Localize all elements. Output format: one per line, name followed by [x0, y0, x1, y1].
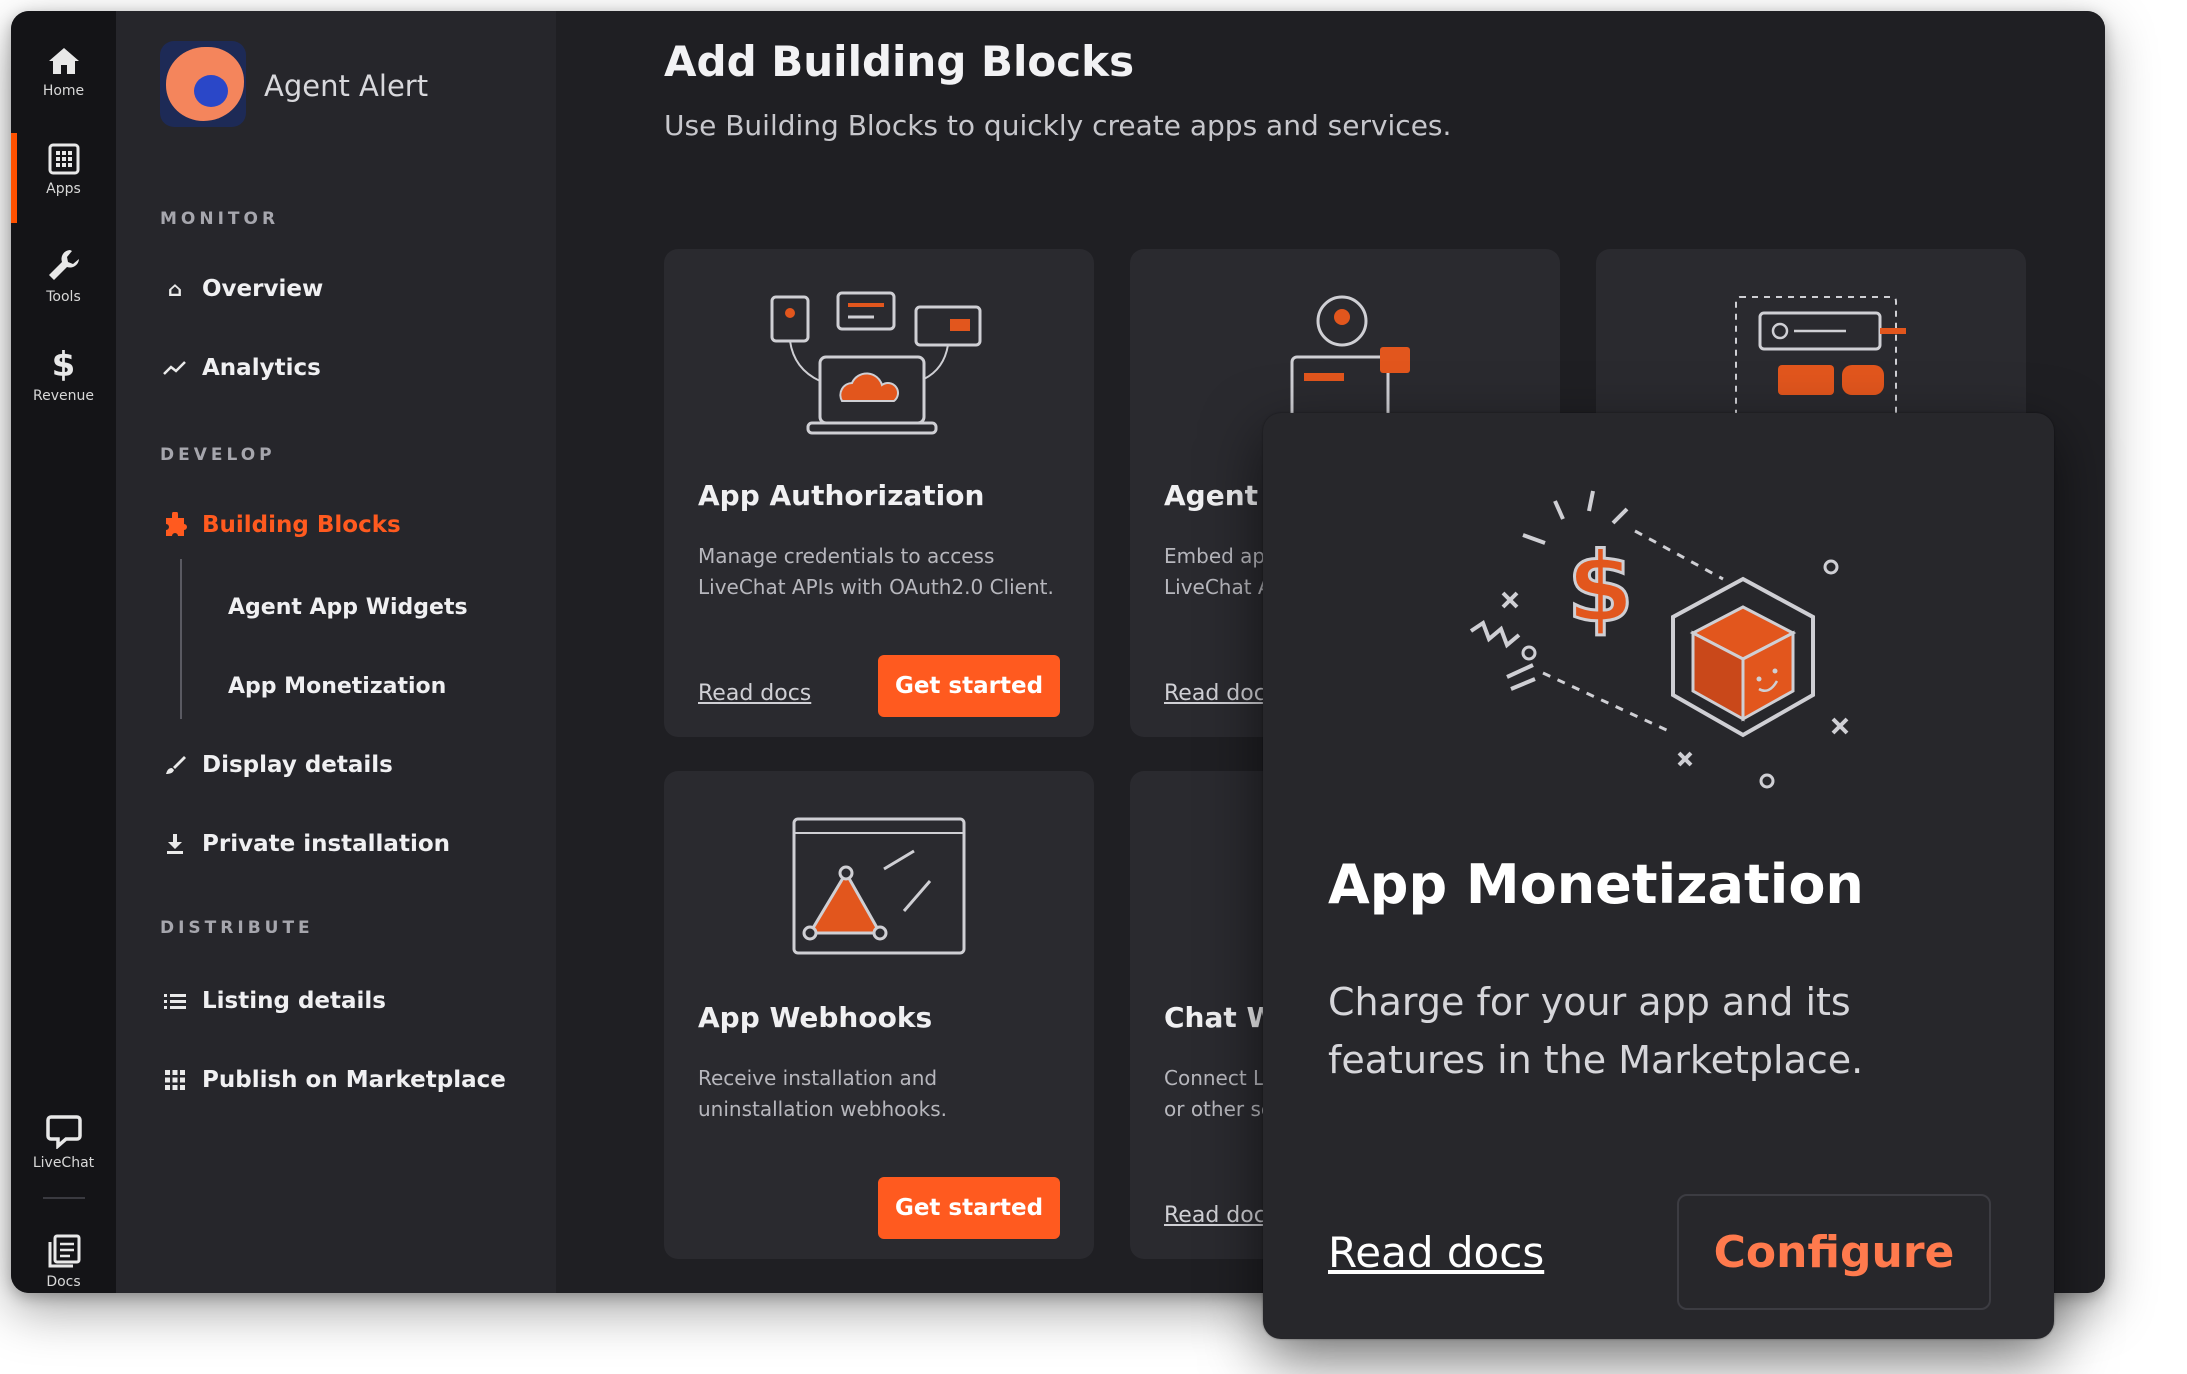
home-icon: ⌂	[167, 277, 183, 301]
app-logo	[160, 41, 246, 127]
trend-line-icon	[160, 360, 190, 376]
puzzle-icon	[160, 512, 190, 538]
nav-private-installation[interactable]: Private installation	[160, 822, 450, 866]
rail-label-tools: Tools	[46, 289, 81, 305]
rail-label-revenue: Revenue	[33, 388, 94, 404]
card-description: Receive installation and uninstallation …	[698, 1066, 948, 1121]
nav-publish-label: Publish on Marketplace	[202, 1067, 506, 1093]
rail-item-livechat[interactable]: LiveChat	[11, 1097, 116, 1187]
rail-label-livechat: LiveChat	[32, 1155, 95, 1171]
rail-label-home: Home	[42, 83, 85, 99]
download-icon	[160, 833, 190, 855]
nav-display-details-label: Display details	[202, 752, 393, 778]
get-started-button[interactable]: Get started	[878, 1177, 1060, 1239]
chat-bubble-icon	[45, 1115, 82, 1149]
sidebar: Agent Alert MONITOR ⌂ Overview Analytics…	[116, 11, 556, 1293]
rail-item-docs[interactable]: Docs	[11, 1217, 116, 1293]
section-distribute: DISTRIBUTE	[160, 918, 314, 938]
nav-listing-details[interactable]: Listing details	[160, 979, 386, 1023]
subnav-agent-app-widgets[interactable]: Agent App Widgets	[228, 595, 468, 620]
nav-building-blocks[interactable]: Building Blocks	[160, 503, 401, 547]
section-develop: DEVELOP	[160, 445, 276, 465]
monetization-cube-illustration: $	[1469, 490, 1849, 789]
list-icon	[160, 993, 190, 1009]
page-title: Add Building Blocks	[664, 37, 1135, 86]
rail-label-apps: Apps	[46, 181, 81, 197]
get-started-button[interactable]: Get started	[878, 655, 1060, 717]
nav-overview[interactable]: ⌂ Overview	[160, 267, 323, 311]
card-title: App Authorization	[698, 479, 985, 512]
card-title: App Webhooks	[698, 1001, 933, 1034]
read-docs-link[interactable]: Read docs	[698, 681, 811, 706]
webhooks-illustration	[792, 817, 966, 955]
nav-publish-on-marketplace[interactable]: Publish on Marketplace	[160, 1058, 506, 1102]
grid-icon	[160, 1070, 190, 1090]
nav-overview-label: Overview	[202, 276, 324, 302]
rail-item-home[interactable]: Home	[11, 27, 116, 117]
rail-item-tools[interactable]: Tools	[11, 231, 116, 321]
home-icon	[48, 48, 79, 74]
nav-analytics[interactable]: Analytics	[160, 346, 321, 390]
apps-grid-icon	[48, 143, 79, 175]
popup-read-docs-link[interactable]: Read docs	[1328, 1228, 1544, 1277]
rail-label-docs: Docs	[46, 1274, 81, 1290]
section-monitor: MONITOR	[160, 209, 280, 229]
subnav-app-monetization[interactable]: App Monetization	[228, 674, 446, 699]
nav-listing-details-label: Listing details	[202, 988, 386, 1014]
nav-private-installation-label: Private installation	[202, 831, 451, 857]
card-description: Manage credentials to access LiveChat AP…	[698, 544, 1054, 599]
brush-icon	[160, 754, 190, 776]
docs-icon	[48, 1234, 80, 1268]
read-docs-link[interactable]: Read docs	[1164, 1203, 1277, 1228]
rail-item-apps[interactable]: Apps	[11, 125, 116, 223]
app-monetization-popup: $ App Monetization Charge for your app a…	[1263, 413, 2054, 1339]
rail-item-revenue[interactable]: $ Revenue	[11, 331, 116, 421]
app-name: Agent Alert	[264, 69, 429, 103]
nav-analytics-label: Analytics	[202, 355, 321, 381]
dollar-icon: $	[51, 345, 76, 385]
wrench-icon	[48, 250, 79, 280]
rail-divider	[43, 1197, 85, 1199]
popup-description: Charge for your app and its features in …	[1328, 980, 1864, 1082]
configure-button[interactable]: Configure	[1677, 1194, 1991, 1310]
nav-building-blocks-label: Building Blocks	[202, 512, 401, 538]
card-app-authorization: App Authorization Manage credentials to …	[664, 249, 1094, 737]
submenu-line	[180, 559, 182, 719]
popup-title: App Monetization	[1328, 853, 1864, 916]
icon-rail: Home Apps Tools $ Revenue LiveChat Docs	[11, 11, 116, 1293]
dollar-glyph: $	[1567, 532, 1634, 644]
page-subtitle: Use Building Blocks to quickly create ap…	[664, 109, 1452, 142]
nav-display-details[interactable]: Display details	[160, 743, 393, 787]
read-docs-link[interactable]: Read docs	[1164, 681, 1277, 706]
devices-cloud-illustration	[770, 291, 982, 435]
card-app-webhooks: App Webhooks Receive installation and un…	[664, 771, 1094, 1259]
